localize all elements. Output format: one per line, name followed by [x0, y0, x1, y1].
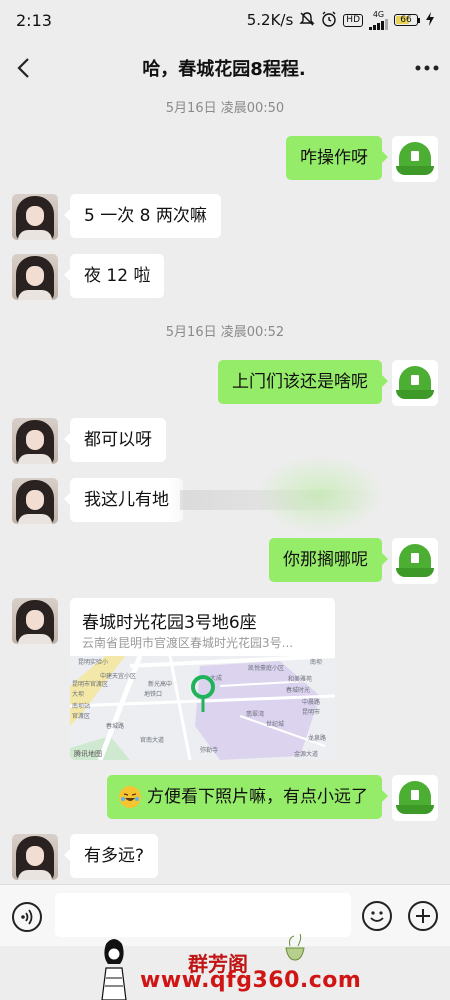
avatar-contact[interactable] — [12, 254, 58, 300]
map-label: 昆明市官渡区 — [72, 680, 108, 688]
map-label: 昆明市 — [302, 708, 320, 716]
avatar-contact[interactable] — [12, 418, 58, 464]
avatar-contact[interactable] — [12, 194, 58, 240]
location-map[interactable]: 昆明实验小 南坝 凯悦豪庭小区 和美雅苑 中建天宜小区 昆明市官渡区 春城时光 … — [70, 654, 335, 760]
blur-overlay — [180, 490, 380, 510]
map-label: 地铁口 — [144, 690, 162, 698]
map-label: 大坝 — [72, 690, 84, 698]
map-label: 南坝站 — [72, 702, 90, 710]
chat-title: 哈，春城花园8程程. — [142, 59, 306, 80]
laughing-crying-emoji — [119, 786, 141, 808]
message-bubble-contact[interactable]: 都可以呀 — [64, 418, 166, 462]
watermark-url: www.qfg360.com — [140, 968, 362, 993]
voice-icon — [21, 909, 33, 925]
avatar-self[interactable] — [392, 538, 438, 584]
timestamp: 5月16日 凌晨00:50 — [165, 101, 285, 116]
message-bubble-contact[interactable]: 5 一次 8 两次嘛 — [64, 194, 221, 238]
message-bubble-contact[interactable]: 我这儿有地 — [64, 478, 183, 522]
map-label: 官渡区 — [72, 712, 90, 720]
map-label: 凯悦豪庭小区 — [248, 664, 284, 672]
avatar-contact[interactable] — [12, 598, 58, 644]
map-label: 春城时光 — [286, 686, 310, 694]
voice-button[interactable] — [12, 902, 42, 932]
plus-button[interactable] — [408, 901, 438, 931]
map-label: 中晨路 — [302, 698, 320, 706]
plus-icon — [416, 909, 430, 923]
location-address: 云南省昆明市官渡区春城时光花园3号... — [82, 636, 294, 650]
map-label: 新光高中 — [148, 680, 172, 688]
status-time: 2:13 — [16, 10, 52, 30]
avatar-self[interactable] — [392, 136, 438, 182]
status-icons: 5.2K/s HD 4G 66 — [246, 9, 434, 30]
map-label: 春城路 — [106, 722, 124, 730]
chevron-left-icon — [17, 58, 29, 78]
message-text: 方便看下照片嘛，有点小远了 — [147, 787, 368, 807]
mute-icon — [299, 11, 315, 29]
emoji-button[interactable] — [362, 901, 392, 931]
more-button[interactable] — [404, 40, 450, 96]
watermark: 群芳阁 www.qfg360.com — [0, 934, 450, 1000]
chat-header: 哈，春城花园8程程. — [0, 40, 450, 96]
map-label: 世纪城 — [266, 720, 284, 728]
map-label: 弥勒寺 — [200, 746, 218, 754]
map-brand: 腾讯地图 — [74, 749, 102, 758]
map-label: 官南大道 — [140, 736, 164, 744]
message-bubble-self[interactable]: 咋操作呀 — [286, 136, 388, 180]
status-bar: 2:13 5.2K/s HD 4G 66 — [0, 0, 450, 40]
back-button[interactable] — [0, 40, 46, 96]
location-title: 春城时光花园3号地6座 — [82, 613, 257, 633]
tea-cup-icon — [285, 934, 305, 961]
message-bubble-self[interactable]: 上门们该还是啥呢 — [218, 360, 388, 404]
map-label: 金源大道 — [294, 750, 318, 758]
message-bubble-self[interactable]: 方便看下照片嘛，有点小远了 — [107, 775, 388, 819]
map-label: 南坝 — [310, 658, 322, 666]
map-label: 龙泉路 — [308, 734, 326, 742]
watermark-figure-icon — [101, 939, 127, 1000]
message-bubble-contact[interactable]: 夜 12 啦 — [63, 254, 165, 298]
hd-icon: HD — [343, 13, 363, 27]
timestamp: 5月16日 凌晨00:52 — [165, 325, 285, 340]
battery-level: 66 — [400, 15, 412, 25]
avatar-contact[interactable] — [12, 478, 58, 524]
avatar-self[interactable] — [392, 775, 438, 821]
blur-overlay — [255, 455, 385, 535]
location-card[interactable]: 春城时光花园3号地6座 云南省昆明市官渡区春城时光花园3号... 昆明实验小 南… — [70, 598, 335, 760]
message-input[interactable] — [55, 893, 351, 937]
charging-icon — [426, 11, 434, 29]
map-label: 昆明实验小 — [78, 658, 108, 666]
input-bar — [0, 884, 450, 946]
battery-icon: 66 — [394, 14, 420, 26]
network-speed: 5.2K/s — [246, 11, 294, 29]
emoji-icon — [370, 911, 384, 922]
signal-icon: 4G — [369, 9, 388, 30]
network-type: 4G — [372, 9, 385, 19]
map-label: 翡翠湾 — [246, 710, 264, 718]
avatar-self[interactable] — [392, 360, 438, 406]
message-bubble-contact[interactable]: 有多远? — [63, 834, 159, 878]
avatar-contact[interactable] — [12, 834, 58, 880]
alarm-icon — [321, 11, 337, 30]
map-label: 中建天宜小区 — [100, 672, 136, 680]
message-bubble-self[interactable]: 你那搁哪呢 — [269, 538, 388, 582]
map-label: 和美雅苑 — [288, 675, 312, 683]
more-dots-icon — [415, 65, 439, 71]
